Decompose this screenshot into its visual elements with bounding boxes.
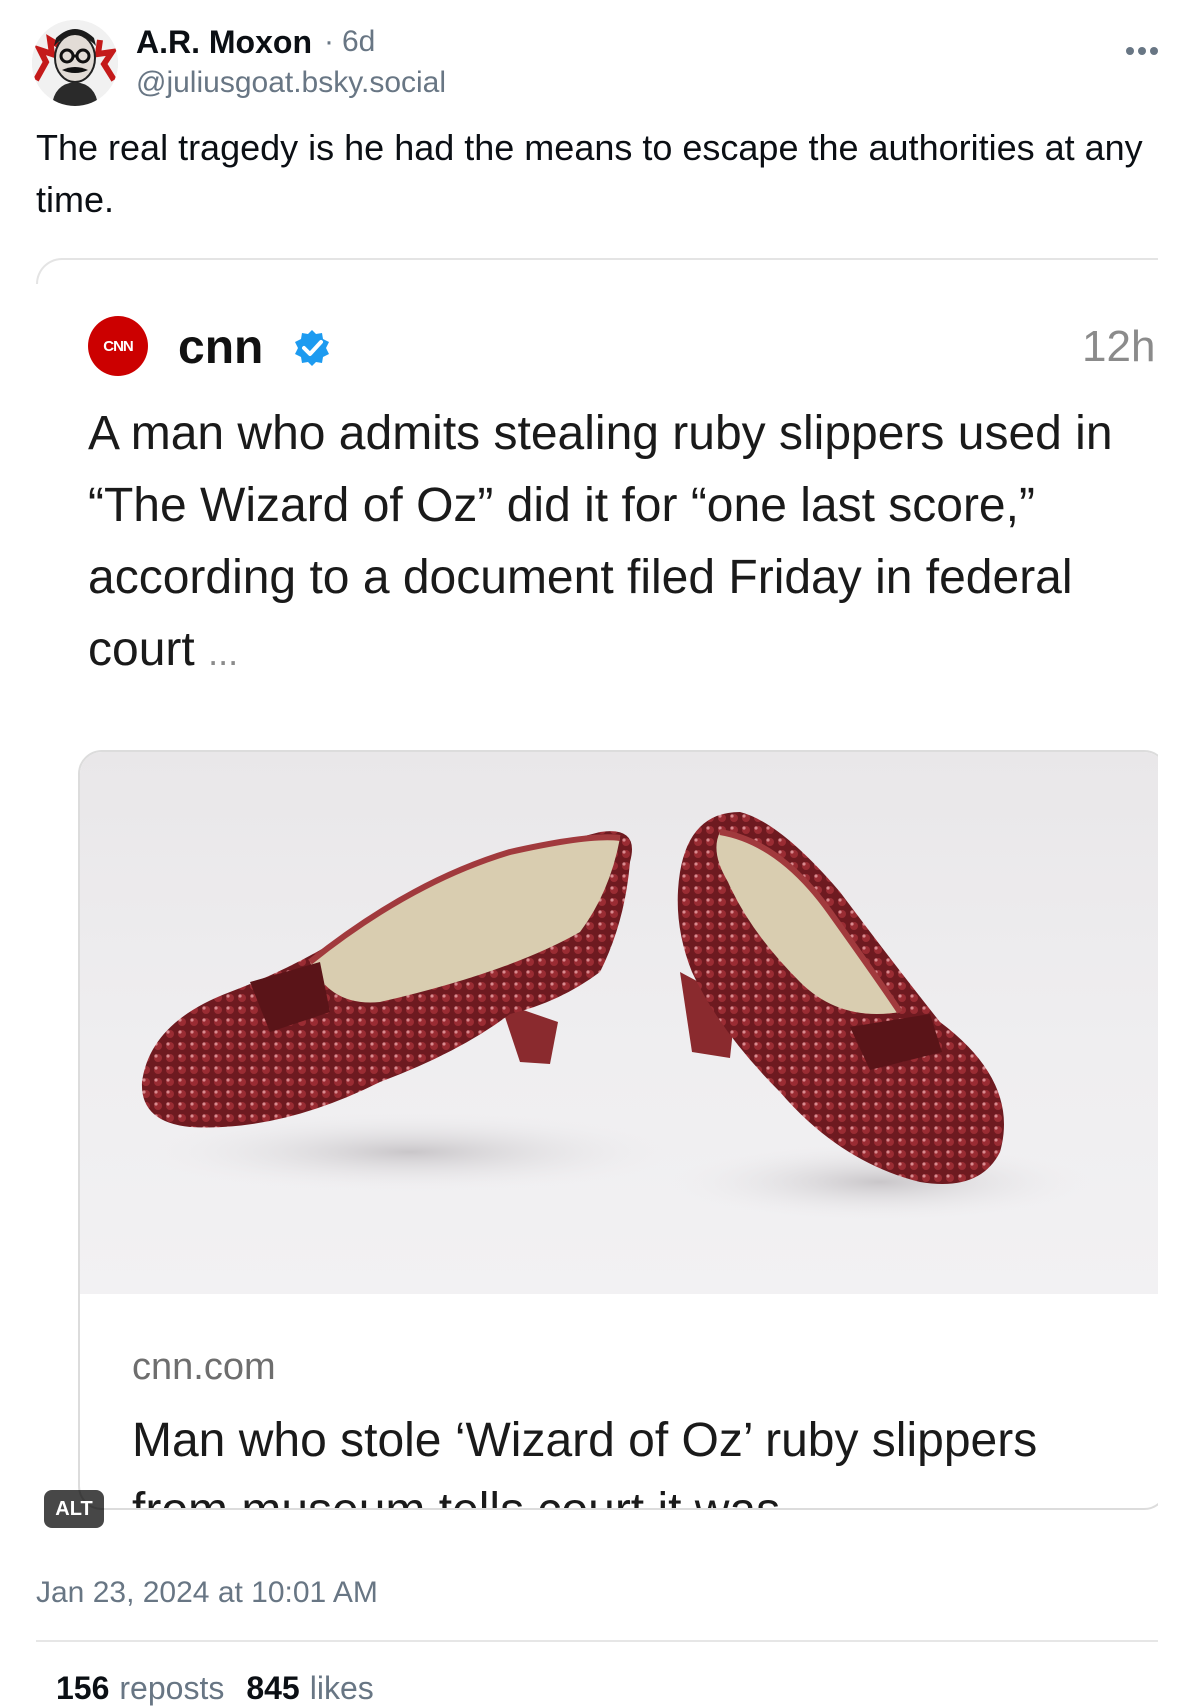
embed-time: 12h — [1082, 322, 1156, 371]
post-stats: 156 reposts 845 likes — [56, 1670, 396, 1707]
likes-label[interactable]: likes — [310, 1670, 374, 1707]
alt-text-badge[interactable]: ALT — [44, 1490, 104, 1528]
embed-ellipsis: ... — [208, 632, 239, 673]
separator-dot: · — [323, 25, 334, 58]
verified-badge-icon — [295, 330, 329, 366]
link-title: Man who stole ‘Wizard of Oz’ ruby slippe… — [132, 1414, 1038, 1508]
source-name: cnn — [178, 321, 264, 374]
more-options-button[interactable] — [1118, 36, 1166, 66]
ellipsis-horizontal-icon — [1138, 47, 1146, 55]
embed-body-content: A man who admits stealing ruby slippers … — [88, 407, 1113, 676]
author-line: A.R. Moxon · 6d — [136, 20, 375, 64]
author-handle[interactable]: @juliusgoat.bsky.social — [136, 66, 446, 100]
link-domain: cnn.com — [132, 1346, 276, 1388]
likes-count[interactable]: 845 — [246, 1670, 299, 1707]
link-card: cnn.com Man who stole ‘Wizard of Oz’ rub… — [78, 750, 1158, 1510]
post-timestamp: Jan 23, 2024 at 10:01 AM — [36, 1576, 378, 1609]
embedded-image[interactable]: CNN cnn 12h A man who admits stealing ru… — [36, 258, 1158, 1538]
embed-body-text: A man who admits stealing ruby slippers … — [88, 398, 1128, 689]
reposts-count[interactable]: 156 — [56, 1670, 109, 1707]
ellipsis-horizontal-icon — [1126, 47, 1134, 55]
divider — [36, 1640, 1158, 1642]
post-age[interactable]: 6d — [342, 25, 375, 59]
avatar-image — [32, 20, 118, 106]
author-name[interactable]: A.R. Moxon — [136, 24, 312, 61]
post-text: The real tragedy is he had the means to … — [36, 127, 1143, 220]
reposts-label[interactable]: reposts — [119, 1670, 224, 1707]
avatar[interactable] — [32, 20, 118, 106]
ellipsis-horizontal-icon — [1150, 47, 1158, 55]
embed-top-border — [36, 258, 1158, 284]
ruby-slippers-photo — [80, 752, 1158, 1294]
cnn-logo-icon: CNN — [88, 316, 148, 376]
